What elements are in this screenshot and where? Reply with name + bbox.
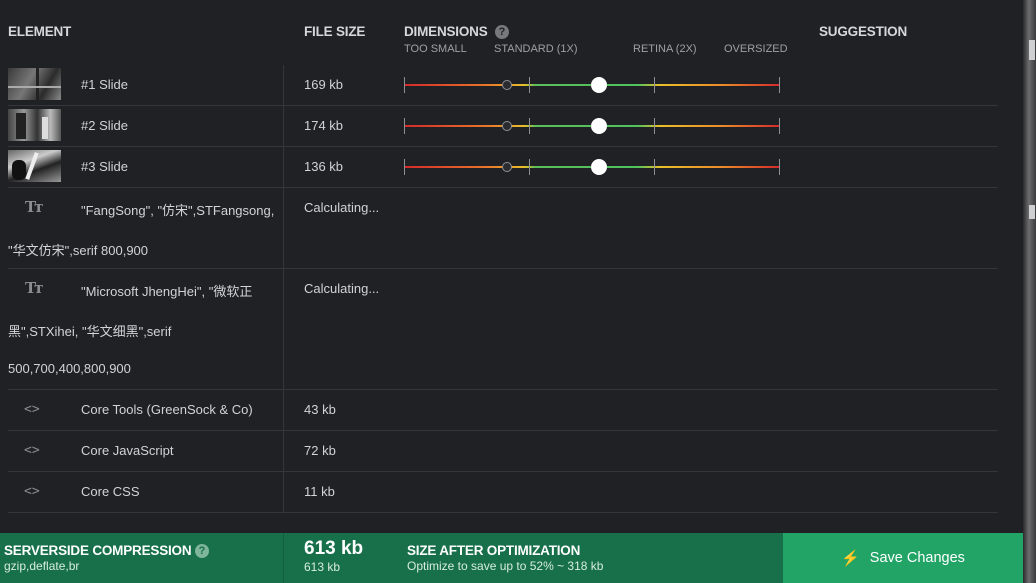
table-row: Tт "Microsoft JhengHei", "微软正 黑",STXihei… bbox=[8, 269, 998, 390]
total-size-sub: 613 kb bbox=[304, 560, 341, 574]
slide-thumbnail bbox=[8, 68, 61, 100]
font-family-line: "华文仿宋",serif 800,900 bbox=[8, 243, 149, 258]
dimension-scale bbox=[404, 75, 780, 95]
table-row: <> Core Tools (GreenSock & Co) 43 kb bbox=[8, 390, 998, 431]
table-row: #1 Slide 169 kb bbox=[8, 65, 998, 106]
header-dimensions: DIMENSIONS bbox=[404, 24, 488, 39]
footer-divider bbox=[283, 533, 284, 583]
font-family-line: "Microsoft JhengHei", "微软正 bbox=[81, 284, 253, 299]
slide-file-size: 136 kb bbox=[304, 159, 344, 174]
current-size-marker bbox=[502, 162, 512, 172]
script-name: Core Tools (GreenSock & Co) bbox=[81, 402, 253, 417]
code-icon: <> bbox=[24, 402, 40, 417]
background-strip bbox=[1023, 0, 1036, 583]
save-button-label: Save Changes bbox=[869, 550, 965, 566]
scale-tick bbox=[654, 159, 655, 175]
bolt-icon: ⚡ bbox=[841, 550, 860, 567]
dimensions-help-icon[interactable]: ? bbox=[495, 25, 509, 39]
scale-tick bbox=[779, 159, 780, 175]
optimization-text: Optimize to save up to 52% ~ 318 kb bbox=[407, 559, 604, 573]
compression-value: gzip,deflate,br bbox=[4, 559, 80, 573]
script-name: Core CSS bbox=[81, 484, 140, 499]
slide-file-size: 174 kb bbox=[304, 118, 344, 133]
script-file-size: 11 kb bbox=[304, 484, 335, 499]
scale-tick bbox=[654, 77, 655, 93]
font-icon: Tт bbox=[25, 198, 44, 216]
header-file-size: FILE SIZE bbox=[304, 24, 366, 39]
scale-label-retina: RETINA (2X) bbox=[633, 43, 697, 55]
table-row: #3 Slide 136 kb bbox=[8, 147, 998, 188]
dimension-slider-knob[interactable] bbox=[591, 159, 607, 175]
font-family-line: 黑",STXihei, "华文细黑",serif bbox=[8, 324, 172, 339]
current-size-marker bbox=[502, 121, 512, 131]
scale-tick bbox=[529, 77, 530, 93]
code-icon: <> bbox=[24, 484, 40, 499]
header-element: ELEMENT bbox=[8, 24, 72, 39]
table-row: <> Core JavaScript 72 kb bbox=[8, 431, 998, 472]
optimization-title: SIZE AFTER OPTIMIZATION bbox=[407, 543, 581, 558]
scale-tick bbox=[654, 118, 655, 134]
scroll-mark bbox=[1029, 40, 1035, 60]
current-size-marker bbox=[502, 80, 512, 90]
scale-tick bbox=[529, 159, 530, 175]
font-file-size: Calculating... bbox=[304, 281, 380, 296]
script-file-size: 43 kb bbox=[304, 402, 336, 417]
dimension-scale bbox=[404, 116, 780, 136]
summary-footer: SERVERSIDE COMPRESSION ? gzip,deflate,br… bbox=[0, 533, 1023, 583]
dimension-slider-knob[interactable] bbox=[591, 77, 607, 93]
slide-name[interactable]: #2 Slide bbox=[81, 118, 128, 133]
table-row: #2 Slide 174 kb bbox=[8, 106, 998, 147]
scale-label-too-small: TOO SMALL bbox=[404, 43, 467, 55]
code-icon: <> bbox=[24, 443, 40, 458]
font-icon: Tт bbox=[25, 279, 44, 297]
scale-tick bbox=[404, 159, 405, 175]
dimension-scale bbox=[404, 157, 780, 177]
table-row: <> Core CSS 11 kb bbox=[8, 472, 998, 513]
scale-label-oversized: OVERSIZED bbox=[724, 43, 788, 55]
header-suggestion: SUGGESTION bbox=[819, 24, 908, 39]
slide-name[interactable]: #1 Slide bbox=[81, 77, 128, 92]
compression-title: SERVERSIDE COMPRESSION bbox=[4, 543, 192, 558]
save-changes-button[interactable]: ⚡ Save Changes bbox=[783, 533, 1023, 583]
total-size: 613 kb bbox=[304, 538, 364, 559]
scale-tick bbox=[404, 77, 405, 93]
slide-file-size: 169 kb bbox=[304, 77, 344, 92]
performance-panel: ELEMENT FILE SIZE DIMENSIONS ? SUGGESTIO… bbox=[0, 0, 1023, 583]
scroll-mark bbox=[1029, 205, 1035, 219]
table-row: Tт "FangSong", "仿宋",STFangsong, "华文仿宋",s… bbox=[8, 188, 998, 269]
font-family-line: 500,700,400,800,900 bbox=[8, 361, 131, 376]
script-file-size: 72 kb bbox=[304, 443, 336, 458]
script-name: Core JavaScript bbox=[81, 443, 174, 458]
scale-tick bbox=[529, 118, 530, 134]
font-family-line: "FangSong", "仿宋",STFangsong, bbox=[81, 203, 275, 218]
scale-tick bbox=[779, 118, 780, 134]
scale-tick bbox=[404, 118, 405, 134]
scale-label-standard: STANDARD (1X) bbox=[494, 43, 578, 55]
dimension-slider-knob[interactable] bbox=[591, 118, 607, 134]
slide-name[interactable]: #3 Slide bbox=[81, 159, 128, 174]
font-file-size: Calculating... bbox=[304, 200, 380, 215]
scale-tick bbox=[779, 77, 780, 93]
slide-thumbnail bbox=[8, 109, 61, 141]
slide-thumbnail bbox=[8, 150, 61, 182]
compression-help-icon[interactable]: ? bbox=[195, 544, 209, 558]
